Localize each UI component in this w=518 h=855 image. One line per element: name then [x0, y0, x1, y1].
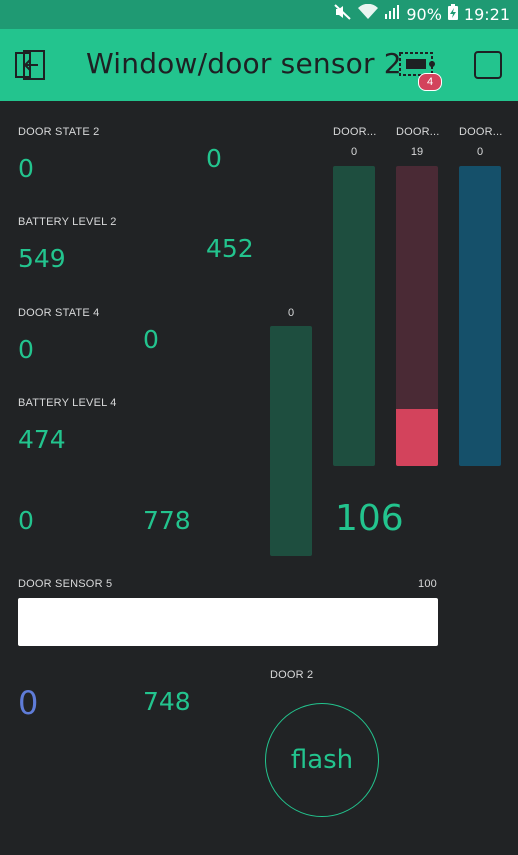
battery-level-2-value[interactable]: 549: [18, 244, 66, 273]
vertical-bar-2-max: 0: [350, 146, 358, 158]
clock: 19:21: [463, 4, 510, 24]
mute-icon: [334, 4, 352, 24]
door-state-2-label: DOOR STATE 2: [18, 126, 100, 138]
exit-icon: [14, 50, 48, 85]
door-state-4-value[interactable]: 0: [18, 335, 34, 364]
vertical-bar-2[interactable]: [333, 166, 375, 466]
value-display-row7-a[interactable]: 0: [18, 684, 38, 722]
vertical-bar-4[interactable]: [459, 166, 501, 466]
big-value-display[interactable]: 106: [335, 498, 404, 539]
vertical-bar-2-label: DOOR...: [333, 126, 377, 138]
device-button[interactable]: 4: [398, 49, 446, 93]
battery-level-4-label: BATTERY LEVEL 4: [18, 397, 117, 409]
battery-percent: 90%: [406, 4, 442, 24]
value-display-col2-row3[interactable]: 0: [143, 325, 159, 354]
vertical-bar-3-max: 19: [410, 146, 424, 158]
battery-charging-icon: [447, 4, 458, 24]
vertical-bar-3-fill: [396, 409, 438, 466]
door-sensor-5-max: 100: [418, 578, 437, 590]
stop-icon: [474, 51, 502, 83]
battery-level-2-label: BATTERY LEVEL 2: [18, 216, 117, 228]
door-state-2-value[interactable]: 0: [18, 154, 34, 183]
vertical-bar-1[interactable]: [270, 326, 312, 556]
app-bar: Window/door sensor 2 4: [0, 29, 518, 101]
value-display-row5-b[interactable]: 778: [143, 506, 191, 535]
value-display-row5-a[interactable]: 0: [18, 506, 34, 535]
page-title: Window/door sensor 2: [86, 47, 402, 80]
notification-badge: 4: [418, 73, 442, 91]
vertical-bar-1-max: 0: [287, 307, 295, 319]
door-2-label: DOOR 2: [270, 669, 314, 681]
flash-button[interactable]: flash: [265, 703, 379, 817]
signal-icon: [384, 4, 400, 24]
value-display-row7-b[interactable]: 748: [143, 687, 191, 716]
play-mode-button[interactable]: [474, 51, 502, 79]
battery-level-4-value[interactable]: 474: [18, 425, 66, 454]
vertical-bar-3-label: DOOR...: [396, 126, 440, 138]
wifi-icon: [358, 3, 379, 24]
vertical-bar-4-max: 0: [476, 146, 484, 158]
value-display-col2-row2[interactable]: 452: [206, 234, 254, 263]
status-bar: 90% 19:21: [0, 0, 518, 29]
door-state-4-label: DOOR STATE 4: [18, 307, 100, 319]
flash-button-label: flash: [290, 745, 354, 775]
value-display-col2-row1[interactable]: 0: [206, 144, 222, 173]
door-sensor-5-label: DOOR SENSOR 5: [18, 578, 113, 590]
door-sensor-5-level-bar[interactable]: [18, 598, 438, 646]
vertical-bar-3[interactable]: [396, 166, 438, 466]
exit-button[interactable]: [14, 49, 48, 81]
vertical-bar-4-label: DOOR...: [459, 126, 503, 138]
